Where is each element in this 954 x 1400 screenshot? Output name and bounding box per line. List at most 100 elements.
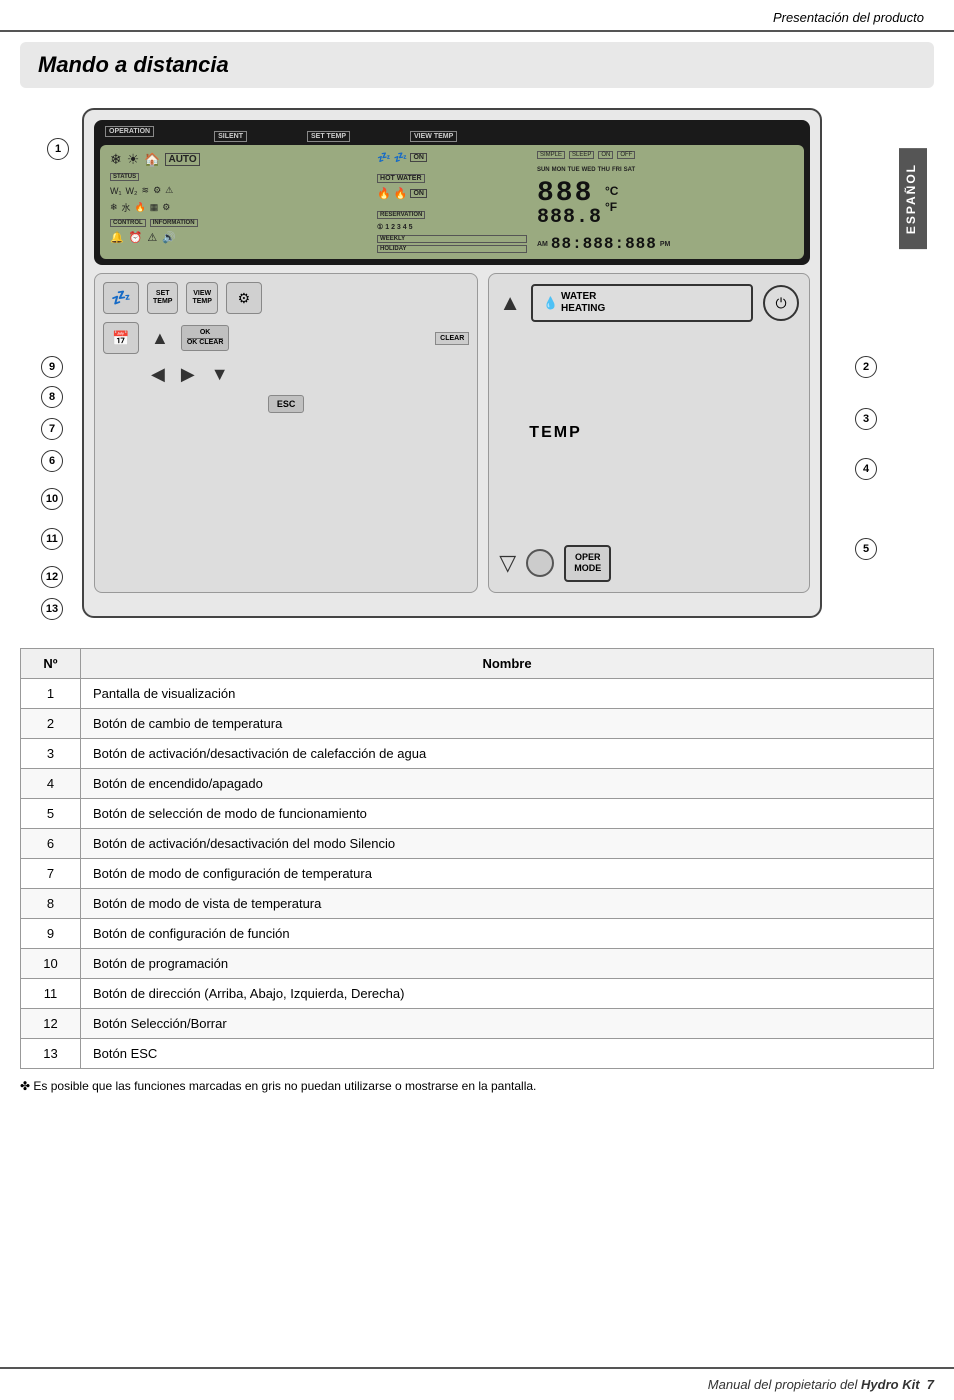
col-name: Nombre	[81, 649, 934, 679]
left-arrow-btn[interactable]: ◀	[147, 360, 169, 389]
btn-row-2: 📅 ▲ OK OK CLEAR CLEAR	[103, 322, 469, 354]
remote-right-panel: ▲ 💧 WATER HEATING ⏻ TEMP	[488, 273, 810, 593]
page-title: Mando a distancia	[38, 52, 916, 78]
btn-row-3: ◀ ▶ ▼	[103, 360, 469, 389]
row-number: 5	[21, 799, 81, 829]
callout-left-11: 11	[41, 528, 63, 550]
callout-2: 2	[855, 356, 877, 378]
lcd-right: SIMPLE SLEEP ON OFF SUN MON TUE WED THU …	[537, 151, 794, 253]
row-number: 12	[21, 1009, 81, 1039]
callout-11: 11	[41, 528, 63, 550]
note-text: Es posible que las funciones marcadas en…	[33, 1079, 536, 1093]
remote-diagram: ESPAÑOL 1 9 8 7 6 10 11 12 13 2 3 4 5	[27, 98, 927, 628]
callout-left-13: 13	[41, 598, 63, 620]
schedule-btn[interactable]: 📅	[103, 322, 139, 354]
parts-table: Nº Nombre 1Pantalla de visualización2Bot…	[20, 648, 934, 1069]
row-description: Botón de configuración de función	[81, 919, 934, 949]
parts-table-section: Nº Nombre 1Pantalla de visualización2Bot…	[20, 648, 934, 1069]
auto-label: AUTO	[165, 153, 199, 166]
callout-5: 5	[855, 538, 877, 560]
silent-label: SILENT	[214, 131, 247, 142]
header-title: Presentación del producto	[773, 10, 924, 25]
view-temp-btn[interactable]: VIEW TEMP	[186, 282, 217, 314]
callout-right-2: 2	[855, 356, 877, 378]
esc-btn[interactable]: ESC	[268, 395, 305, 413]
row-number: 3	[21, 739, 81, 769]
row-description: Botón de activación/desactivación del mo…	[81, 829, 934, 859]
circle-btn[interactable]	[526, 549, 554, 577]
temp-down-btn[interactable]: ▽	[499, 550, 516, 576]
callout-12: 12	[41, 566, 63, 588]
row-number: 11	[21, 979, 81, 1009]
row-number: 2	[21, 709, 81, 739]
row-number: 10	[21, 949, 81, 979]
clear-label: CLEAR	[435, 332, 469, 345]
right-arrow-btn[interactable]: ▶	[177, 360, 199, 389]
status-label: STATUS	[110, 173, 139, 181]
callout-left-6: 6	[41, 450, 63, 472]
callout-7: 7	[41, 418, 63, 440]
row-description: Botón de programación	[81, 949, 934, 979]
power-btn[interactable]: ⏻	[763, 285, 799, 321]
callout-10: 10	[41, 488, 63, 510]
temp-up-btn[interactable]: ▲	[499, 290, 521, 316]
row-number: 6	[21, 829, 81, 859]
language-sidebar: ESPAÑOL	[899, 148, 927, 249]
callout-1: 1	[47, 138, 69, 160]
down-arrow-btn[interactable]: ▼	[207, 360, 233, 389]
footer-brand: Hydro Kit	[861, 1377, 920, 1392]
table-row: 1Pantalla de visualización	[21, 679, 934, 709]
page-footer: Manual del propietario del Hydro Kit 7	[0, 1367, 954, 1400]
remote-left-panel: 💤 SET TEMP VIEW TEMP ⚙ 📅	[94, 273, 478, 593]
row-description: Botón de selección de modo de funcionami…	[81, 799, 934, 829]
remote-top-display: OPERATION SILENT SET TEMP VIEW TEMP	[94, 120, 810, 265]
table-row: 9Botón de configuración de función	[21, 919, 934, 949]
up-arrow-btn[interactable]: ▲	[147, 324, 173, 353]
lcd-display: ❄ ☀ 🏠 AUTO STATUS W₁ W₂ ≋ ⚙	[100, 145, 804, 259]
col-n: Nº	[21, 649, 81, 679]
callout-9: 9	[41, 356, 63, 378]
row-description: Botón de cambio de temperatura	[81, 709, 934, 739]
ok-clear-btn[interactable]: OK OK CLEAR	[181, 325, 230, 351]
title-section: Mando a distancia	[20, 42, 934, 88]
sleep-mode-btn[interactable]: 💤	[103, 282, 139, 314]
row-number: 4	[21, 769, 81, 799]
footer-page: 7	[927, 1377, 934, 1392]
row-description: Botón Selección/Borrar	[81, 1009, 934, 1039]
temp-display: 888	[537, 180, 602, 208]
callout-left-1: 1	[47, 138, 69, 160]
reservation-label: RESERVATION	[377, 211, 425, 219]
row-number: 9	[21, 919, 81, 949]
table-row: 10Botón de programación	[21, 949, 934, 979]
row-number: 7	[21, 859, 81, 889]
oper-mode-btn[interactable]: OPER MODE	[564, 545, 611, 582]
table-row: 11Botón de dirección (Arriba, Abajo, Izq…	[21, 979, 934, 1009]
callout-left-10: 10	[41, 488, 63, 510]
row-description: Pantalla de visualización	[81, 679, 934, 709]
note-symbol: ✤	[20, 1079, 30, 1093]
row-description: Botón de activación/desactivación de cal…	[81, 739, 934, 769]
table-row: 4Botón de encendido/apagado	[21, 769, 934, 799]
callout-left-8: 8	[41, 386, 63, 408]
control-label: CONTROL	[110, 219, 146, 227]
temp-display2: 888.8	[537, 208, 602, 228]
hot-water-label: HOT WATER	[377, 174, 424, 183]
row-description: Botón ESC	[81, 1039, 934, 1069]
display-labels-row: OPERATION SILENT SET TEMP VIEW TEMP	[100, 126, 804, 145]
remote-control: OPERATION SILENT SET TEMP VIEW TEMP	[82, 108, 822, 618]
callout-3: 3	[855, 408, 877, 430]
callout-8: 8	[41, 386, 63, 408]
footer-text: Manual del propietario del Hydro Kit 7	[708, 1377, 934, 1392]
function-btn[interactable]: ⚙	[226, 282, 262, 314]
row-number: 8	[21, 889, 81, 919]
temp-label: TEMP	[529, 424, 581, 442]
holiday-label: HOLIDAY	[377, 245, 527, 253]
operation-label: OPERATION	[105, 126, 154, 137]
set-temp-label: SET TEMP	[307, 131, 350, 142]
callout-left-9: 9	[41, 356, 63, 378]
set-temp-btn[interactable]: SET TEMP	[147, 282, 178, 314]
time-display: 88:888:888	[551, 235, 657, 253]
lcd-left: ❄ ☀ 🏠 AUTO STATUS W₁ W₂ ≋ ⚙	[110, 151, 367, 253]
note-section: ✤ Es posible que las funciones marcadas …	[20, 1079, 934, 1093]
table-row: 7Botón de modo de configuración de tempe…	[21, 859, 934, 889]
